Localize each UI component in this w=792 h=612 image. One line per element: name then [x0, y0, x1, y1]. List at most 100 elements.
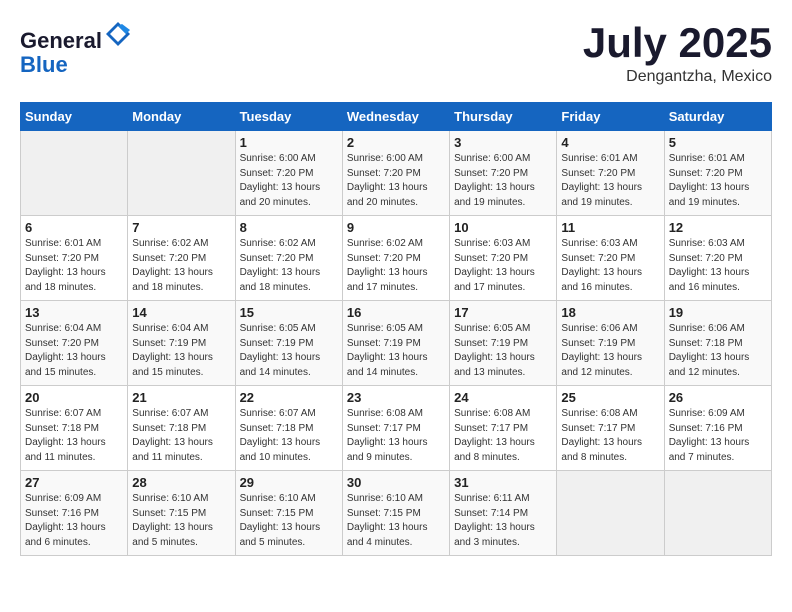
logo: General Blue	[20, 20, 132, 77]
calendar-cell: 16 Sunrise: 6:05 AM Sunset: 7:19 PM Dayli…	[342, 301, 449, 386]
day-number: 8	[240, 220, 338, 235]
day-number: 4	[561, 135, 659, 150]
calendar-cell: 22Sunrise: 6:07 AM Sunset: 7:18 PM Dayli…	[235, 386, 342, 471]
calendar-cell: 26Sunrise: 6:09 AM Sunset: 7:16 PM Dayli…	[664, 386, 771, 471]
day-info: Sunrise: 6:10 AM Sunset: 7:15 PM Dayligh…	[240, 492, 338, 550]
day-info: Sunrise: 6:01 AM Sunset: 7:20 PM Dayligh…	[25, 237, 123, 295]
day-number: 15	[240, 305, 338, 320]
calendar-cell: 23 Sunrise: 6:08 AM Sunset: 7:17 PM Dayli…	[342, 386, 449, 471]
weekday-label: Tuesday	[235, 103, 342, 131]
day-number: 19	[669, 305, 767, 320]
day-info: Sunrise: 6:02 AM Sunset: 7:20 PM Dayligh…	[132, 237, 230, 295]
month-title: July 2025	[583, 20, 772, 66]
logo-blue: Blue	[20, 52, 68, 77]
calendar-cell	[664, 471, 771, 556]
day-number: 6	[25, 220, 123, 235]
day-number: 11	[561, 220, 659, 235]
day-number: 18	[561, 305, 659, 320]
day-info: Sunrise: 6:05 AM Sunset: 7:19 PM Dayligh…	[240, 322, 338, 380]
day-number: 22	[240, 390, 338, 405]
calendar-cell: 18 Sunrise: 6:06 AM Sunset: 7:19 PM Dayli…	[557, 301, 664, 386]
calendar-cell: 11 Sunrise: 6:03 AM Sunset: 7:20 PM Dayli…	[557, 216, 664, 301]
day-number: 14	[132, 305, 230, 320]
day-number: 20	[25, 390, 123, 405]
day-info: Sunrise: 6:01 AM Sunset: 7:20 PM Dayligh…	[669, 152, 767, 210]
day-number: 30	[347, 475, 445, 490]
calendar-week-row: 1Sunrise: 6:00 AM Sunset: 7:20 PM Daylig…	[21, 131, 772, 216]
day-info: Sunrise: 6:08 AM Sunset: 7:17 PM Dayligh…	[347, 407, 445, 465]
calendar-cell: 8 Sunrise: 6:02 AM Sunset: 7:20 PM Daylig…	[235, 216, 342, 301]
calendar-cell	[128, 131, 235, 216]
calendar-cell: 24 Sunrise: 6:08 AM Sunset: 7:17 PM Dayli…	[450, 386, 557, 471]
calendar-cell: 31 Sunrise: 6:11 AM Sunset: 7:14 PM Dayli…	[450, 471, 557, 556]
day-info: Sunrise: 6:03 AM Sunset: 7:20 PM Dayligh…	[454, 237, 552, 295]
day-number: 28	[132, 475, 230, 490]
weekday-header-row: SundayMondayTuesdayWednesdayThursdayFrid…	[21, 103, 772, 131]
calendar-table: SundayMondayTuesdayWednesdayThursdayFrid…	[20, 102, 772, 556]
calendar-cell: 15 Sunrise: 6:05 AM Sunset: 7:19 PM Dayli…	[235, 301, 342, 386]
day-info: Sunrise: 6:04 AM Sunset: 7:20 PM Dayligh…	[25, 322, 123, 380]
day-info: Sunrise: 6:06 AM Sunset: 7:18 PM Dayligh…	[669, 322, 767, 380]
calendar-cell: 13 Sunrise: 6:04 AM Sunset: 7:20 PM Dayli…	[21, 301, 128, 386]
day-info: Sunrise: 6:00 AM Sunset: 7:20 PM Dayligh…	[454, 152, 552, 210]
calendar-cell: 21Sunrise: 6:07 AM Sunset: 7:18 PM Dayli…	[128, 386, 235, 471]
day-info: Sunrise: 6:11 AM Sunset: 7:14 PM Dayligh…	[454, 492, 552, 550]
day-info: Sunrise: 6:02 AM Sunset: 7:20 PM Dayligh…	[240, 237, 338, 295]
calendar-cell: 14 Sunrise: 6:04 AM Sunset: 7:19 PM Dayli…	[128, 301, 235, 386]
calendar-cell: 19 Sunrise: 6:06 AM Sunset: 7:18 PM Dayli…	[664, 301, 771, 386]
calendar-cell: 10 Sunrise: 6:03 AM Sunset: 7:20 PM Dayli…	[450, 216, 557, 301]
day-number: 21	[132, 390, 230, 405]
day-number: 3	[454, 135, 552, 150]
day-number: 23	[347, 390, 445, 405]
day-number: 29	[240, 475, 338, 490]
day-number: 25	[561, 390, 659, 405]
day-number: 10	[454, 220, 552, 235]
calendar-week-row: 20Sunrise: 6:07 AM Sunset: 7:18 PM Dayli…	[21, 386, 772, 471]
day-info: Sunrise: 6:08 AM Sunset: 7:17 PM Dayligh…	[454, 407, 552, 465]
day-info: Sunrise: 6:09 AM Sunset: 7:16 PM Dayligh…	[25, 492, 123, 550]
location: Dengantzha, Mexico	[583, 68, 772, 86]
page-header: General Blue July 2025 Dengantzha, Mexic…	[20, 20, 772, 86]
calendar-cell: 2Sunrise: 6:00 AM Sunset: 7:20 PM Daylig…	[342, 131, 449, 216]
calendar-week-row: 13 Sunrise: 6:04 AM Sunset: 7:20 PM Dayli…	[21, 301, 772, 386]
logo-general: General	[20, 28, 102, 53]
day-number: 9	[347, 220, 445, 235]
day-number: 27	[25, 475, 123, 490]
day-number: 7	[132, 220, 230, 235]
day-number: 5	[669, 135, 767, 150]
day-info: Sunrise: 6:04 AM Sunset: 7:19 PM Dayligh…	[132, 322, 230, 380]
day-number: 2	[347, 135, 445, 150]
calendar-body: 1Sunrise: 6:00 AM Sunset: 7:20 PM Daylig…	[21, 131, 772, 556]
weekday-label: Saturday	[664, 103, 771, 131]
day-info: Sunrise: 6:10 AM Sunset: 7:15 PM Dayligh…	[347, 492, 445, 550]
weekday-label: Wednesday	[342, 103, 449, 131]
calendar-cell: 3 Sunrise: 6:00 AM Sunset: 7:20 PM Daylig…	[450, 131, 557, 216]
day-number: 31	[454, 475, 552, 490]
calendar-cell: 29 Sunrise: 6:10 AM Sunset: 7:15 PM Dayli…	[235, 471, 342, 556]
day-info: Sunrise: 6:03 AM Sunset: 7:20 PM Dayligh…	[561, 237, 659, 295]
calendar-cell: 20Sunrise: 6:07 AM Sunset: 7:18 PM Dayli…	[21, 386, 128, 471]
calendar-cell: 12Sunrise: 6:03 AM Sunset: 7:20 PM Dayli…	[664, 216, 771, 301]
calendar-cell: 1Sunrise: 6:00 AM Sunset: 7:20 PM Daylig…	[235, 131, 342, 216]
day-number: 13	[25, 305, 123, 320]
calendar-week-row: 6 Sunrise: 6:01 AM Sunset: 7:20 PM Daylig…	[21, 216, 772, 301]
day-info: Sunrise: 6:06 AM Sunset: 7:19 PM Dayligh…	[561, 322, 659, 380]
weekday-label: Friday	[557, 103, 664, 131]
day-info: Sunrise: 6:05 AM Sunset: 7:19 PM Dayligh…	[347, 322, 445, 380]
calendar-cell: 6 Sunrise: 6:01 AM Sunset: 7:20 PM Daylig…	[21, 216, 128, 301]
calendar-cell: 17Sunrise: 6:05 AM Sunset: 7:19 PM Dayli…	[450, 301, 557, 386]
day-number: 24	[454, 390, 552, 405]
day-info: Sunrise: 6:10 AM Sunset: 7:15 PM Dayligh…	[132, 492, 230, 550]
calendar-cell	[557, 471, 664, 556]
day-number: 16	[347, 305, 445, 320]
day-info: Sunrise: 6:02 AM Sunset: 7:20 PM Dayligh…	[347, 237, 445, 295]
calendar-cell: 28 Sunrise: 6:10 AM Sunset: 7:15 PM Dayli…	[128, 471, 235, 556]
calendar-week-row: 27 Sunrise: 6:09 AM Sunset: 7:16 PM Dayli…	[21, 471, 772, 556]
calendar-cell	[21, 131, 128, 216]
calendar-cell: 9 Sunrise: 6:02 AM Sunset: 7:20 PM Daylig…	[342, 216, 449, 301]
logo-icon	[104, 20, 132, 48]
day-number: 17	[454, 305, 552, 320]
day-info: Sunrise: 6:00 AM Sunset: 7:20 PM Dayligh…	[240, 152, 338, 210]
calendar-cell: 30 Sunrise: 6:10 AM Sunset: 7:15 PM Dayli…	[342, 471, 449, 556]
calendar-cell: 4Sunrise: 6:01 AM Sunset: 7:20 PM Daylig…	[557, 131, 664, 216]
